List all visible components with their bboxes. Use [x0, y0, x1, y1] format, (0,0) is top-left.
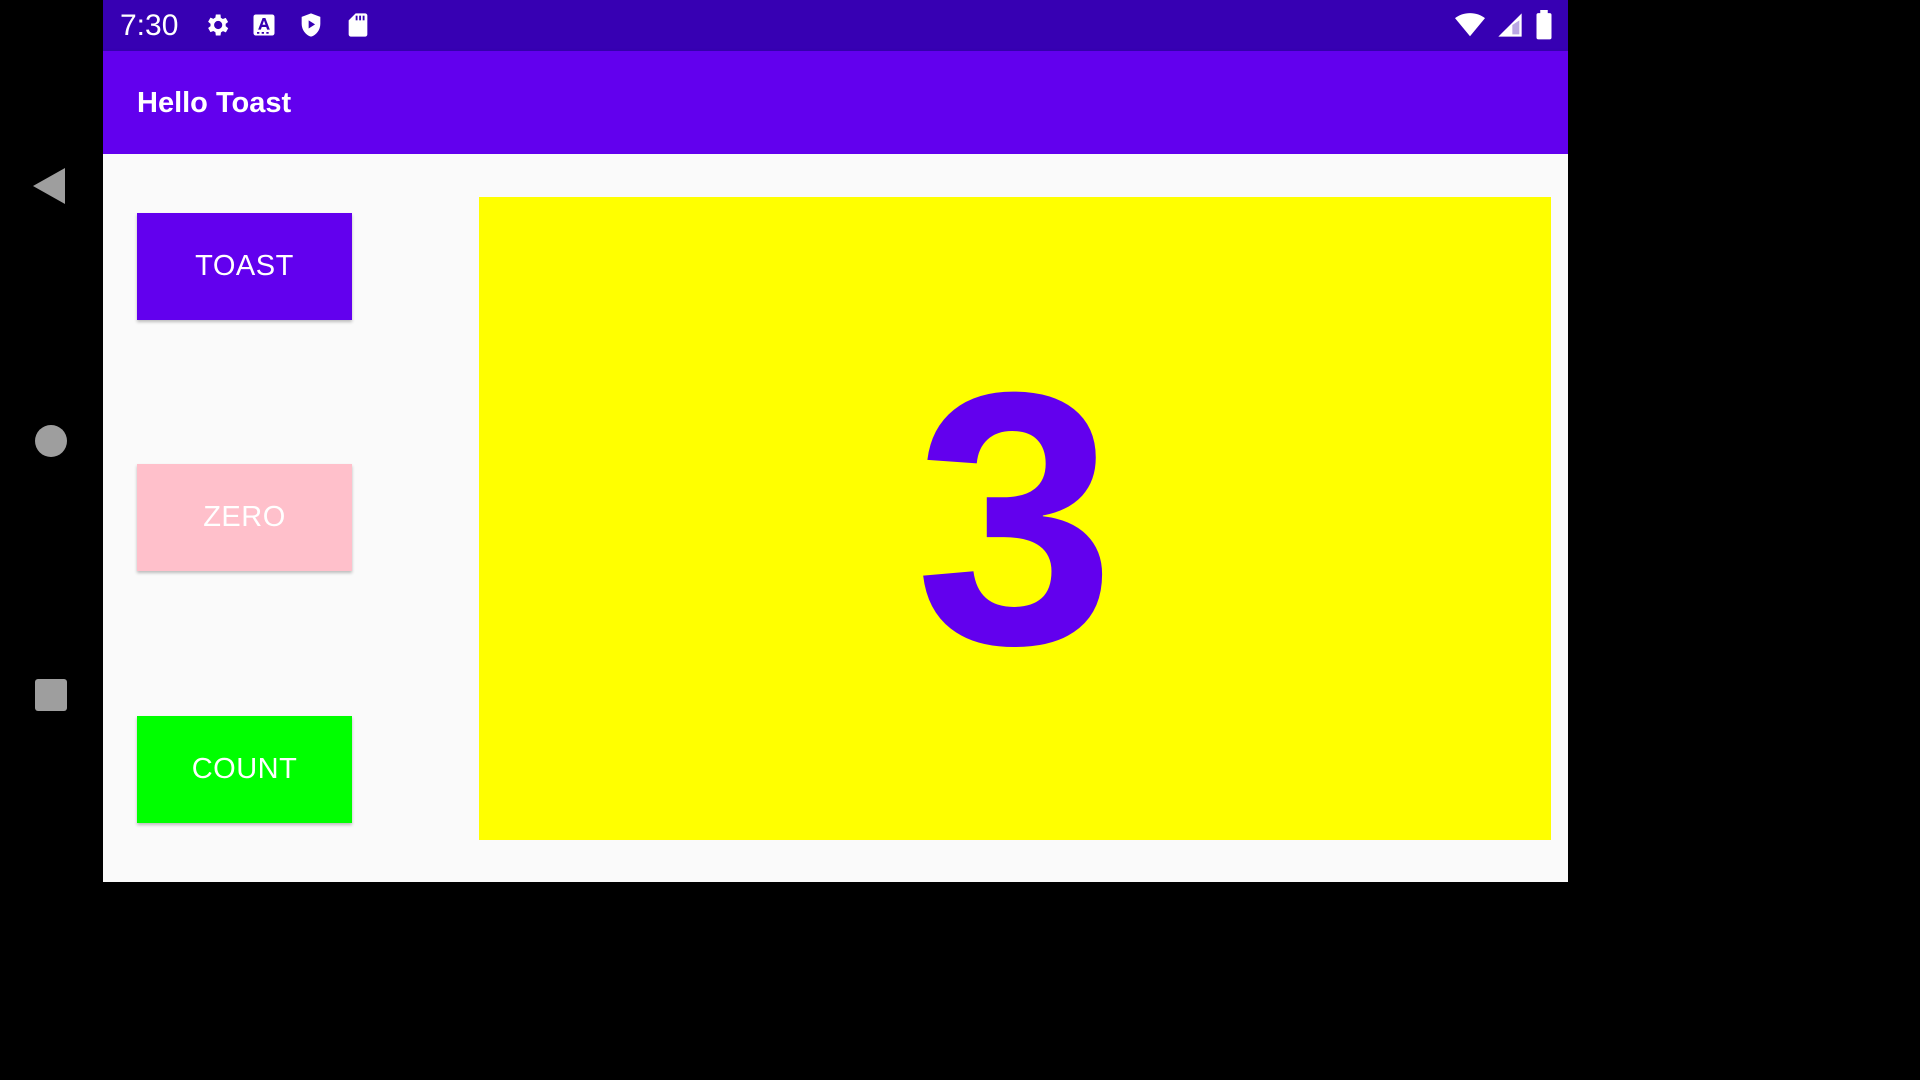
status-icons-left [203, 10, 372, 40]
status-time: 7:30 [120, 9, 179, 42]
wifi-icon [1455, 13, 1485, 37]
shield-play-icon [301, 13, 321, 37]
recents-icon[interactable] [35, 679, 67, 711]
signal-icon [1498, 13, 1522, 37]
app-bar: Hello Toast [103, 51, 1568, 154]
back-icon[interactable] [33, 168, 65, 204]
gear-icon [208, 14, 229, 36]
main-content: TOAST ZERO COUNT 3 [103, 154, 1568, 882]
count-button[interactable]: COUNT [137, 716, 352, 823]
zero-button[interactable]: ZERO [137, 464, 352, 571]
text-a-icon [253, 14, 275, 36]
app-title: Hello Toast [137, 87, 292, 119]
battery-icon [1536, 10, 1552, 40]
toast-button[interactable]: TOAST [137, 213, 352, 320]
count-value: 3 [914, 317, 1116, 720]
count-display: 3 [479, 197, 1551, 840]
system-navigation-bar [0, 0, 103, 882]
sd-card-icon [348, 13, 368, 37]
status-icons-right [1454, 10, 1554, 40]
status-bar: 7:30 [103, 0, 1568, 51]
home-icon[interactable] [35, 425, 67, 457]
